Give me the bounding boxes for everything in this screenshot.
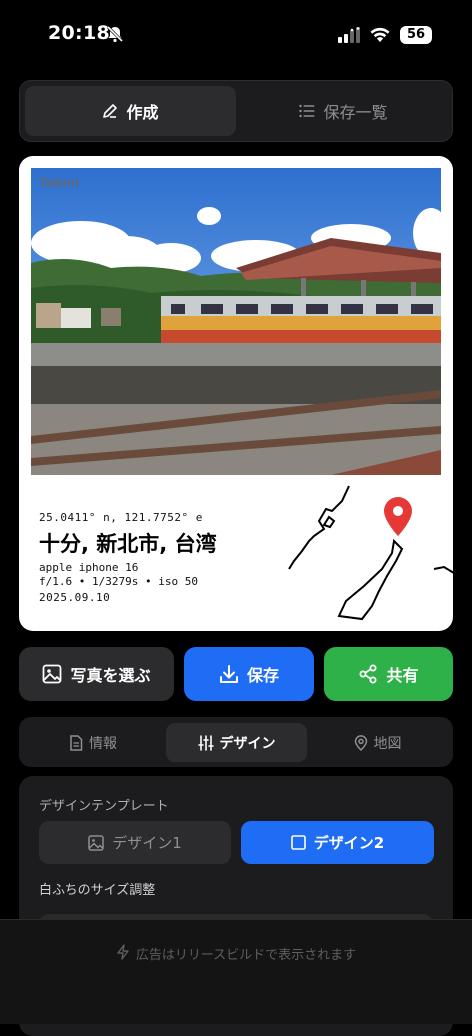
design1-button[interactable]: デザイン1	[39, 821, 231, 864]
save-label: 保存	[246, 666, 279, 685]
image-icon	[88, 834, 104, 851]
tab-map[interactable]: 地図	[310, 723, 445, 762]
coordinates: 25.0411° n, 121.7752° e	[39, 511, 203, 524]
sliders-icon	[197, 734, 214, 751]
tab-design-label: デザイン	[219, 735, 276, 752]
battery-icon: 56	[400, 26, 432, 44]
ad-text: 広告はリリースビルドで表示されます	[135, 948, 357, 963]
share-button[interactable]: 共有	[324, 647, 453, 701]
document-icon	[69, 734, 83, 751]
tab-saved-list-label: 保存一覧	[323, 103, 388, 122]
pick-photo-button[interactable]: 写真を選ぶ	[19, 647, 174, 701]
design1-label: デザイン1	[112, 834, 182, 852]
map-pin-icon	[354, 734, 368, 751]
pick-photo-label: 写真を選ぶ	[70, 666, 151, 685]
bolt-icon	[116, 944, 130, 960]
tab-info-label: 情報	[89, 735, 117, 752]
photo-card-preview: Tabini 25.0411° n, 121.7752° e 十分, 新北市, …	[19, 156, 453, 631]
template-section-title: デザインテンプレート	[39, 799, 169, 814]
ad-banner: 広告はリリースビルドで表示されます	[0, 919, 472, 1024]
list-icon	[299, 104, 315, 118]
camera-info: apple iphone 16 f/1.6 • 1/3279s • iso 50	[39, 561, 198, 589]
border-size-section-title: 白ふちのサイズ調整	[39, 883, 156, 898]
save-button[interactable]: 保存	[184, 647, 314, 701]
tab-design[interactable]: デザイン	[166, 723, 307, 762]
share-label: 共有	[386, 666, 419, 685]
tab-info[interactable]: 情報	[26, 723, 160, 762]
share-icon	[358, 664, 378, 684]
tab-saved-list[interactable]: 保存一覧	[240, 86, 447, 136]
signal-icon	[338, 27, 360, 43]
taiwan-map-outline	[284, 481, 453, 621]
download-icon	[219, 664, 239, 684]
image-icon	[42, 664, 62, 684]
bell-slash-icon	[106, 25, 124, 43]
tab-create-label: 作成	[126, 103, 159, 122]
pencil-icon	[102, 103, 118, 119]
design2-button[interactable]: デザイン2	[241, 821, 434, 864]
photo-date: 2025.09.10	[39, 591, 111, 604]
design2-label: デザイン2	[313, 834, 385, 852]
square-icon	[290, 835, 306, 850]
device-model: apple iphone 16	[39, 561, 139, 574]
place-name: 十分, 新北市, 台湾	[39, 532, 217, 556]
wifi-icon	[369, 25, 391, 43]
brand-watermark: Tabini	[39, 176, 80, 190]
photo	[31, 168, 441, 475]
tab-create[interactable]: 作成	[25, 86, 236, 136]
map-pin-marker	[384, 497, 412, 536]
exposure-info: f/1.6 • 1/3279s • iso 50	[39, 575, 198, 588]
tab-map-label: 地図	[373, 735, 402, 752]
status-time: 20:18	[48, 22, 110, 44]
